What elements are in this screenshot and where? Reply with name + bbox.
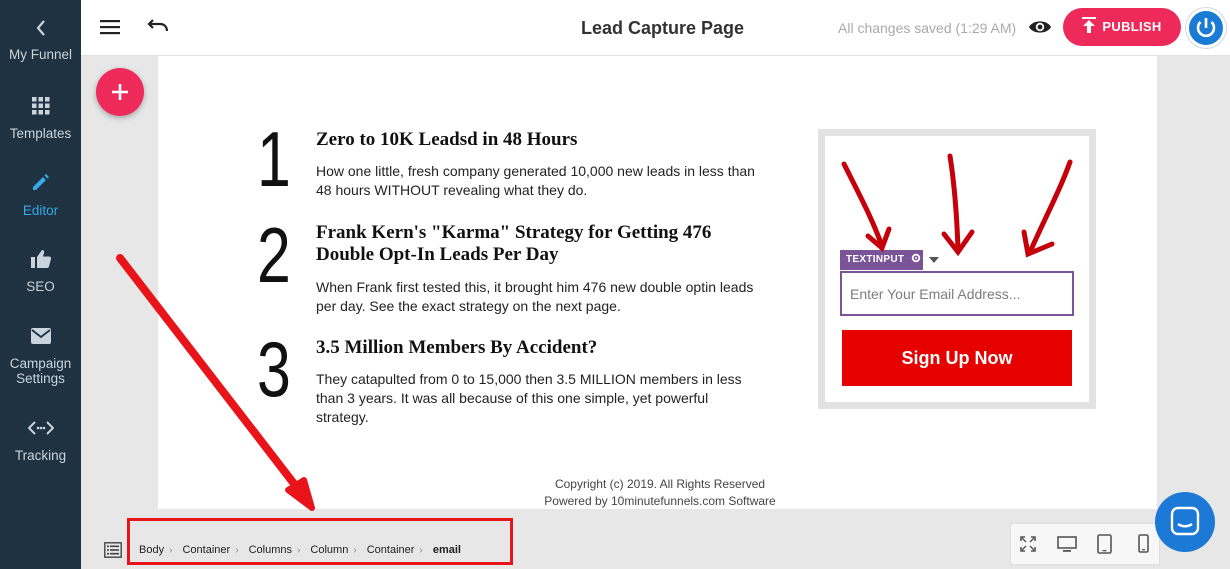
tablet-icon[interactable]	[1097, 534, 1112, 554]
powered-by-text: Powered by 10minutefunnels.com Software	[544, 494, 776, 508]
pencil-icon	[32, 174, 49, 190]
avatar[interactable]	[1186, 8, 1226, 48]
upload-icon	[1082, 17, 1097, 33]
item-text: They catapulted from 0 to 15,000 then 3.…	[316, 371, 742, 425]
eye-preview-icon[interactable]	[1028, 18, 1052, 36]
grid-icon	[31, 97, 49, 115]
mobile-icon[interactable]	[1138, 534, 1149, 553]
sidebar-item-label: My Funnel	[8, 47, 73, 62]
item-heading: Frank Kern's "Karma" Strategy for Gettin…	[316, 222, 712, 265]
copyright-text: Copyright (c) 2019. All Rights Reserved	[554, 477, 766, 491]
item-heading: Zero to 10K Leadsd in 48 Hours	[316, 129, 578, 150]
sidebar-item-label: Tracking	[14, 448, 67, 463]
publish-button[interactable]: PUBLISH	[1063, 8, 1181, 46]
email-field[interactable]	[840, 271, 1074, 316]
item-number: 2	[257, 211, 291, 299]
breadcrumb-item[interactable]: Container	[367, 544, 415, 556]
breadcrumb-highlight	[127, 518, 513, 565]
save-status: All changes saved (1:29 AM)	[838, 20, 1017, 36]
layers-tree-icon[interactable]	[104, 542, 122, 558]
publish-label: PUBLISH	[1102, 19, 1162, 34]
thumbs-up-icon	[30, 250, 51, 268]
item-heading: 3.5 Million Members By Accident?	[316, 337, 598, 358]
item-number: 1	[257, 115, 291, 203]
sidebar-item-label: Campaign Settings	[9, 356, 72, 386]
sidebar: My Funnel Templates Editor SEO Campaign …	[0, 0, 81, 569]
breadcrumb: Body › Container › Columns › Column › Contai…	[139, 544, 461, 556]
breadcrumb-item[interactable]: Column	[310, 544, 348, 556]
fullscreen-icon[interactable]	[1020, 536, 1036, 552]
item-text: When Frank first tested this, it brought…	[316, 279, 754, 314]
breadcrumb-item[interactable]: Container	[182, 544, 230, 556]
sign-up-button[interactable]: Sign Up Now	[842, 330, 1072, 386]
sidebar-item-tracking[interactable]: Tracking	[0, 420, 81, 463]
add-element-button[interactable]	[96, 68, 144, 116]
plus-icon	[112, 84, 128, 100]
chat-launcher-button[interactable]	[1155, 492, 1215, 552]
gear-icon[interactable]	[911, 253, 921, 263]
breadcrumb-item[interactable]: Columns	[249, 544, 292, 556]
sidebar-item-seo[interactable]: SEO	[0, 249, 81, 294]
breadcrumb-item[interactable]: Body	[139, 544, 164, 556]
element-type-tag[interactable]: TEXTINPUT	[840, 250, 923, 270]
top-bar: Lead Capture Page All changes saved (1:2…	[81, 0, 1230, 56]
chevron-left-icon	[36, 20, 45, 36]
item-text: How one little, fresh company generated …	[316, 163, 755, 198]
chevron-down-icon[interactable]	[929, 257, 939, 263]
sidebar-item-templates[interactable]: Templates	[0, 96, 81, 141]
chat-icon	[1170, 506, 1200, 536]
code-icon	[27, 421, 54, 435]
device-view-toolbar	[1010, 523, 1160, 565]
sidebar-item-my-funnel[interactable]: My Funnel	[0, 17, 81, 62]
hamburger-menu-icon[interactable]	[100, 19, 120, 35]
sidebar-item-label: SEO	[26, 279, 55, 294]
sidebar-item-label: Templates	[9, 126, 72, 141]
breadcrumb-item-current[interactable]: email	[433, 544, 461, 556]
sidebar-item-campaign-settings[interactable]: Campaign Settings	[0, 327, 81, 386]
element-tag-label: TEXTINPUT	[846, 254, 905, 265]
desktop-icon[interactable]	[1057, 536, 1077, 553]
undo-icon[interactable]	[147, 18, 169, 34]
sidebar-item-editor[interactable]: Editor	[0, 172, 81, 218]
mail-icon	[30, 328, 51, 344]
page-title: Lead Capture Page	[581, 18, 745, 38]
sidebar-item-label: Editor	[22, 203, 59, 218]
power-icon	[1196, 18, 1216, 38]
item-number: 3	[257, 325, 291, 413]
